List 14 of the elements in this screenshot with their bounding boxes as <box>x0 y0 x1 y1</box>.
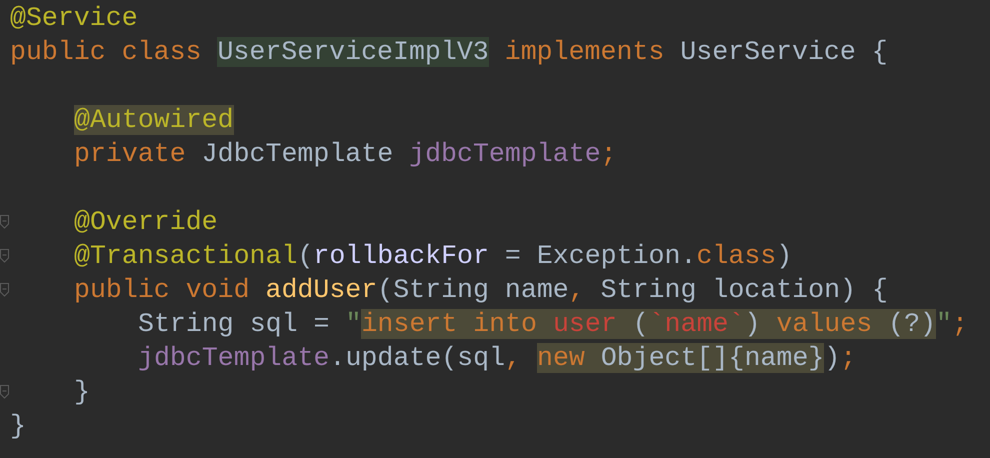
code-line: @Override <box>74 206 218 239</box>
fold-icon[interactable] <box>0 249 9 263</box>
code-line: } <box>74 376 90 409</box>
code-line: } <box>10 410 26 443</box>
code-line: private JdbcTemplate jdbcTemplate; <box>74 138 617 171</box>
code-line: public class UserServiceImplV3 implements UserService { <box>10 36 888 69</box>
code-line: @Transactional(rollbackFor = Exception.class) <box>74 240 792 273</box>
code-line: @Service <box>10 2 138 35</box>
fold-icon[interactable] <box>0 385 9 399</box>
code-line: jdbcTemplate.update(sql, new Object[]{name}); <box>138 342 856 375</box>
fold-icon[interactable] <box>0 215 9 229</box>
code-line: String sql = "insert into user (`name`) values (?)"; <box>138 308 968 341</box>
fold-icon[interactable] <box>0 283 9 297</box>
code-line: public void addUser(String name, String location) { <box>74 274 888 307</box>
